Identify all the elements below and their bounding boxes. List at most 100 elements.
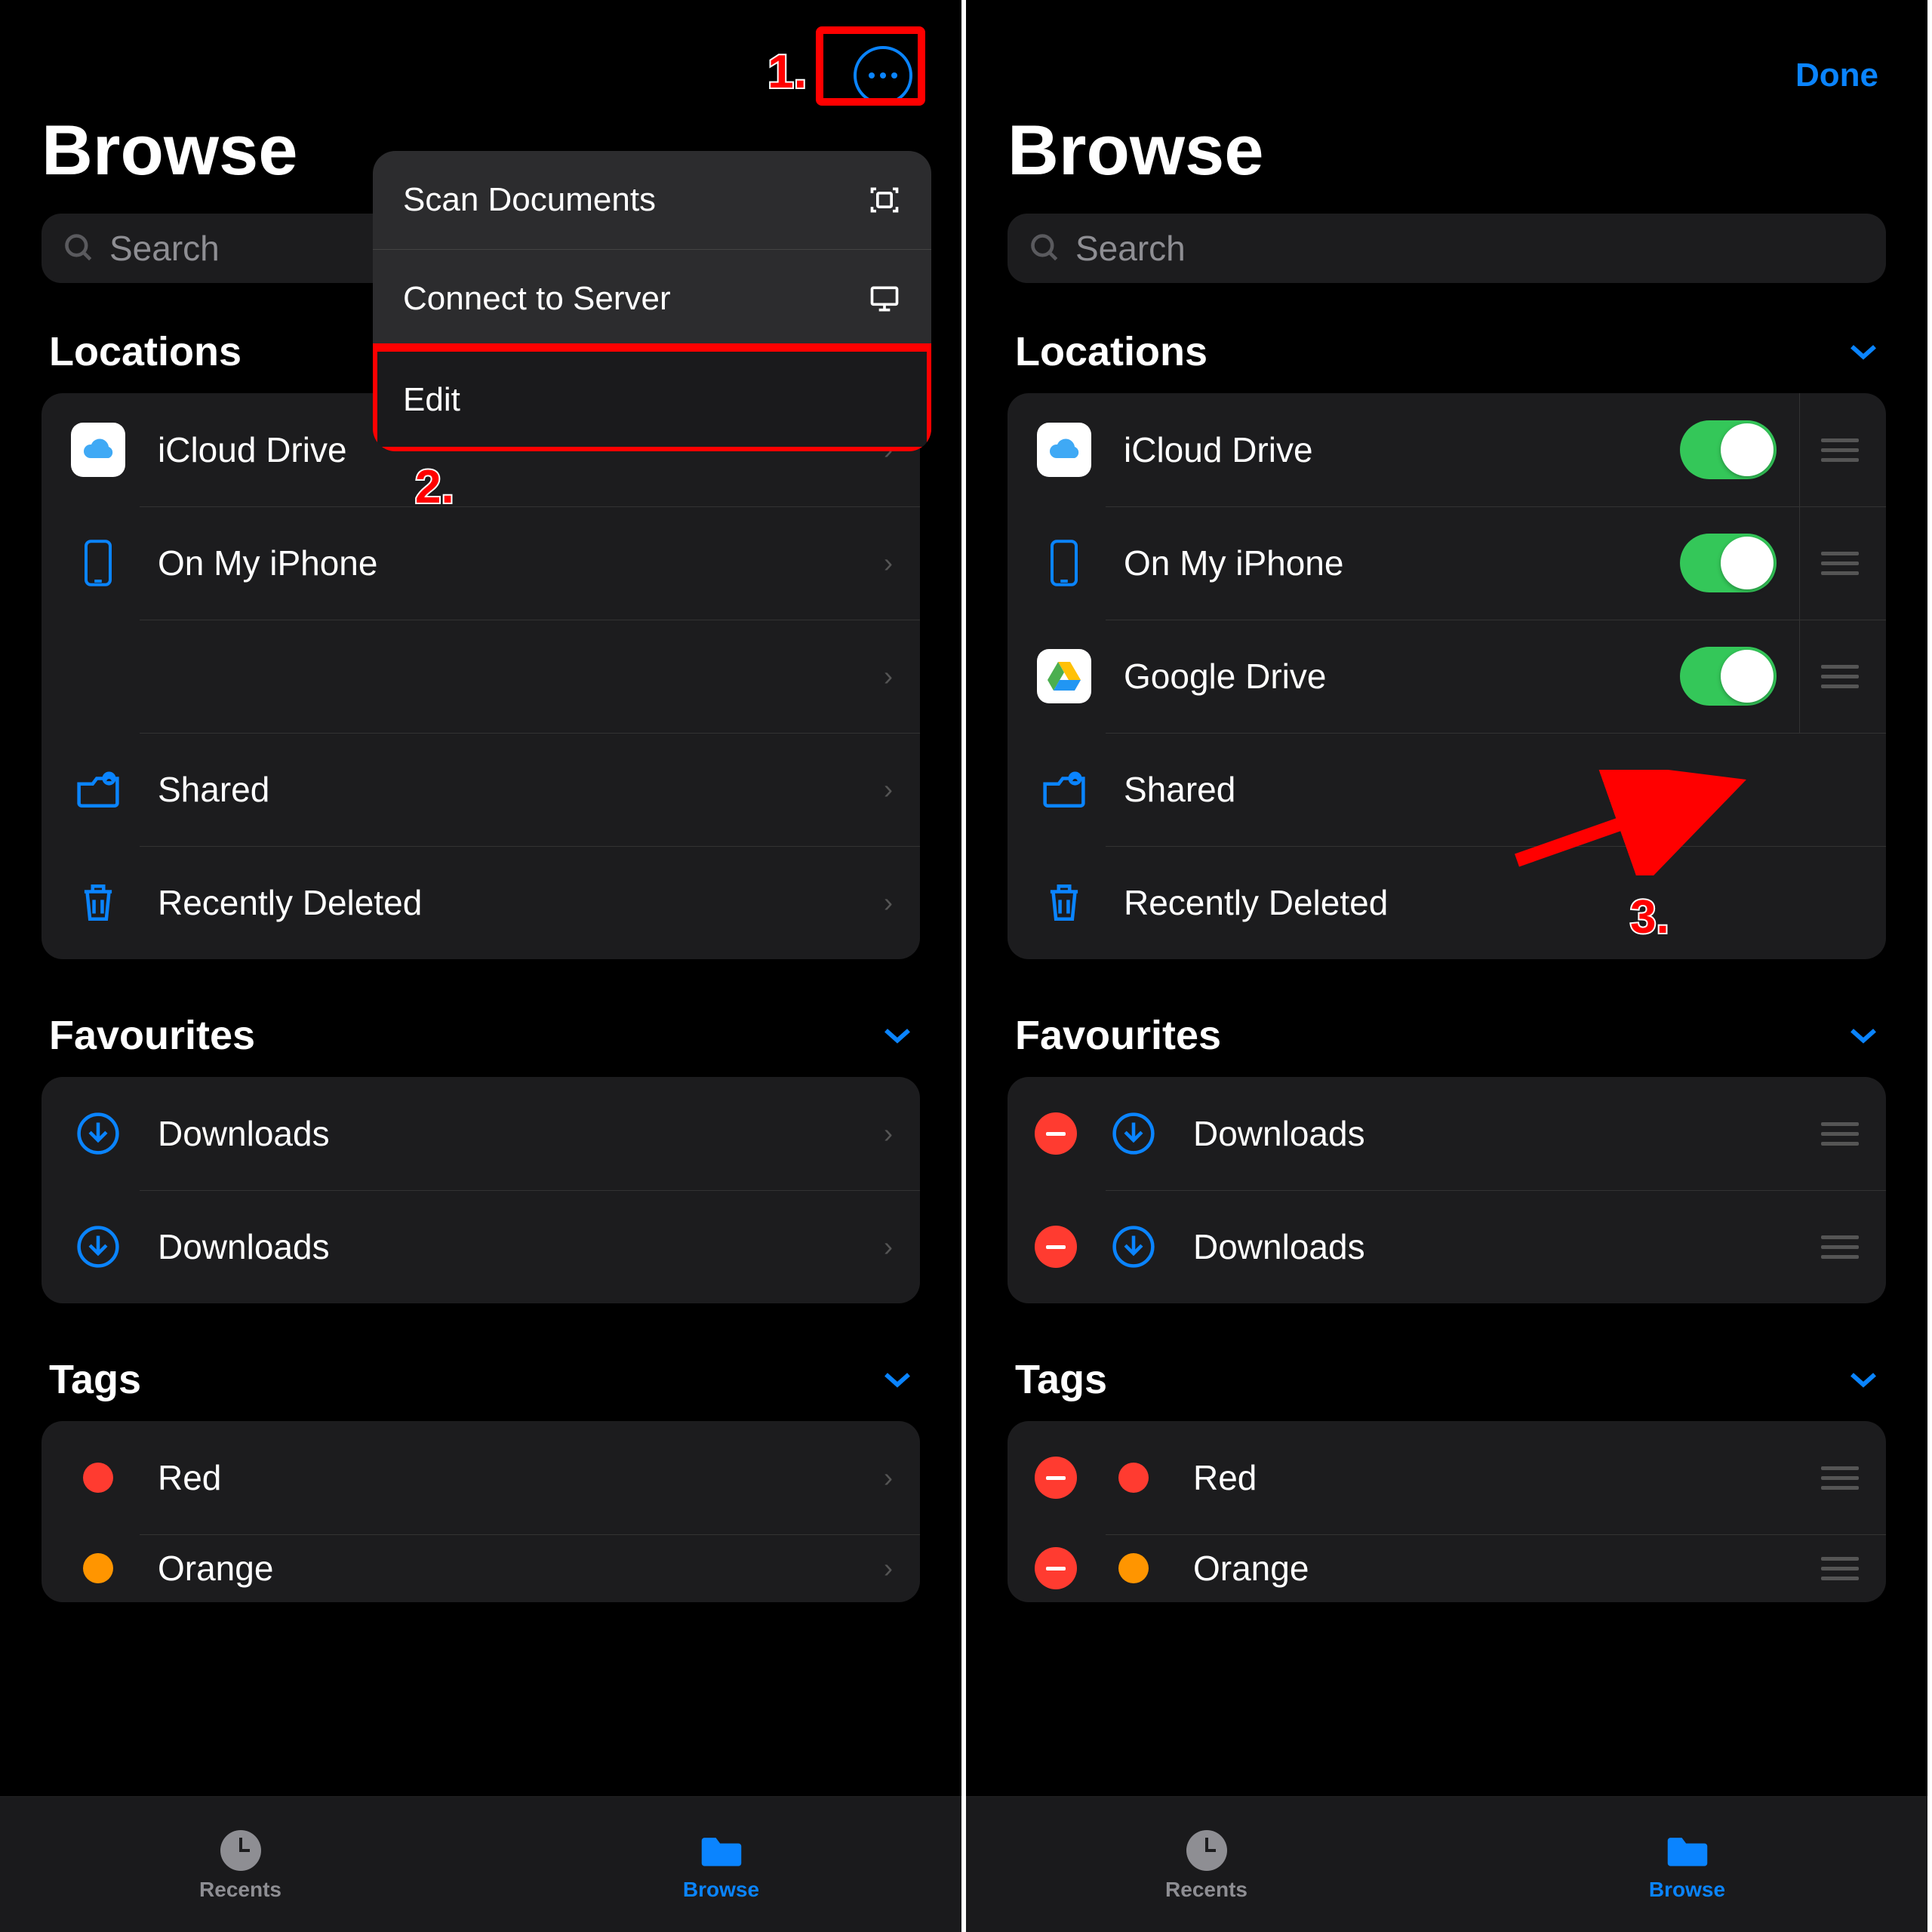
menu-edit-label: Edit [403,381,460,419]
chevron-right-icon: › [884,887,893,918]
toggle-icloud[interactable] [1680,420,1777,479]
toggle-google-drive[interactable] [1680,647,1777,706]
tags-title: Tags [49,1356,141,1403]
icloud-icon [71,423,125,477]
location-recently-deleted[interactable]: Recently Deleted › [42,846,920,959]
reorder-handle[interactable] [1799,506,1859,620]
download-icon [69,1112,128,1155]
reorder-handle[interactable] [1799,620,1859,733]
delete-button[interactable] [1035,1547,1077,1589]
menu-scan-label: Scan Documents [403,181,656,219]
done-button[interactable]: Done [1795,57,1878,94]
tag-label: Red [158,1457,884,1498]
favourite-downloads[interactable]: Downloads [1008,1077,1886,1190]
tags-card: Red › Orange › [42,1421,920,1602]
annotation-2: 2. [415,460,454,514]
tab-recents[interactable]: Recents [0,1797,481,1932]
tag-label: Orange [1193,1548,1798,1589]
locations-card: iCloud Drive › On My iPhone › › Shared ›… [42,393,920,959]
favourite-label: Downloads [158,1226,884,1267]
favourite-downloads[interactable]: Downloads › [42,1190,920,1303]
menu-connect-server[interactable]: Connect to Server [373,249,931,347]
annotation-highlight-1 [816,26,925,106]
tab-recents-label: Recents [199,1878,281,1902]
tag-orange[interactable]: Orange › [42,1534,920,1602]
menu-scan-documents[interactable]: Scan Documents [373,151,931,249]
tab-bar: Recents Browse [0,1796,961,1932]
chevron-down-icon [1848,1370,1878,1389]
location-iphone[interactable]: On My iPhone [1008,506,1886,620]
favourites-card: Downloads Downloads [1008,1077,1886,1303]
tags-card: Red Orange [1008,1421,1886,1602]
location-google-drive[interactable]: Google Drive [1008,620,1886,733]
tab-browse[interactable]: Browse [481,1797,961,1932]
favourites-header[interactable]: Favourites [1008,1012,1886,1077]
chevron-right-icon: › [884,1552,893,1584]
tag-label: Red [1193,1457,1798,1498]
favourite-label: Downloads [1193,1226,1798,1267]
locations-title: Locations [1015,328,1208,375]
favourite-label: Downloads [1193,1113,1798,1154]
right-panel: Done Browse Search Locations iCloud Driv… [966,0,1932,1932]
folder-icon [1665,1828,1710,1873]
tab-recents-label: Recents [1165,1878,1247,1902]
favourites-header[interactable]: Favourites [42,1012,920,1077]
location-shared[interactable]: Shared › [42,733,920,846]
toggle-iphone[interactable] [1680,534,1777,592]
locations-title: Locations [49,328,242,375]
trash-icon [1035,881,1094,924]
tag-red[interactable]: Red [1008,1421,1886,1534]
tags-header[interactable]: Tags [42,1356,920,1421]
tag-dot-icon [1118,1553,1149,1583]
tag-red[interactable]: Red › [42,1421,920,1534]
favourites-title: Favourites [49,1012,255,1059]
favourite-downloads[interactable]: Downloads › [42,1077,920,1190]
chevron-down-icon [882,1370,912,1389]
favourites-title: Favourites [1015,1012,1221,1059]
reorder-handle[interactable] [1821,1421,1859,1534]
location-iphone[interactable]: On My iPhone › [42,506,920,620]
locations-header[interactable]: Locations [1008,328,1886,393]
favourite-downloads[interactable]: Downloads [1008,1190,1886,1303]
reorder-handle[interactable] [1799,393,1859,506]
clock-icon [1186,1830,1227,1871]
reorder-handle[interactable] [1821,1190,1859,1303]
location-label: Recently Deleted [158,882,884,923]
left-panel: 1. Browse Search Scan Documents Connect … [0,0,966,1932]
download-icon [1104,1225,1163,1269]
tag-dot-icon [83,1463,113,1493]
tag-orange[interactable]: Orange [1008,1534,1886,1602]
menu-edit[interactable]: Edit [373,347,931,451]
delete-button[interactable] [1035,1457,1077,1499]
chevron-down-icon [1848,342,1878,361]
chevron-down-icon [1848,1026,1878,1045]
chevron-right-icon: › [884,1462,893,1494]
location-label: Recently Deleted [1124,882,1859,923]
tags-header[interactable]: Tags [1008,1356,1886,1421]
location-icloud[interactable]: iCloud Drive [1008,393,1886,506]
reorder-handle[interactable] [1821,1534,1859,1602]
google-drive-icon [1037,649,1091,703]
location-label: Google Drive [1124,656,1680,697]
reorder-handle[interactable] [1821,1077,1859,1190]
search-input[interactable]: Search [1008,214,1886,283]
location-label: On My iPhone [1124,543,1680,583]
page-title: Browse [1008,109,1886,191]
dropdown-menu: Scan Documents Connect to Server Edit [373,151,931,451]
iphone-icon [1035,539,1094,587]
shared-folder-icon [69,768,128,811]
delete-button[interactable] [1035,1226,1077,1268]
icloud-icon [1037,423,1091,477]
tab-browse-label: Browse [683,1878,759,1902]
location-empty[interactable]: › [42,620,920,733]
search-icon [63,232,96,265]
search-icon [1029,232,1062,265]
clock-icon [220,1830,261,1871]
trash-icon [69,881,128,924]
iphone-icon [69,539,128,587]
server-icon [868,282,901,315]
delete-button[interactable] [1035,1112,1077,1155]
tab-recents[interactable]: Recents [966,1797,1447,1932]
chevron-down-icon [882,1026,912,1045]
tab-browse[interactable]: Browse [1447,1797,1927,1932]
